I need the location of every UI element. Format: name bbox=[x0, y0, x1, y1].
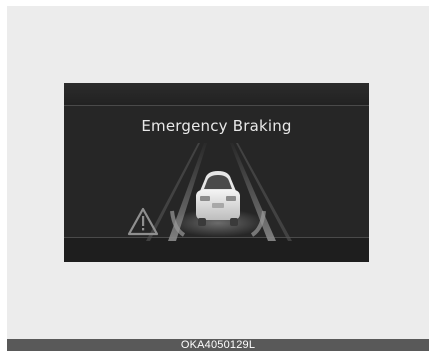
figure-code-caption: OKA4050129L bbox=[7, 339, 429, 351]
car-rear-view-icon bbox=[196, 171, 240, 226]
road-scene bbox=[127, 143, 292, 241]
cluster-display: Emergency Braking bbox=[64, 83, 369, 262]
